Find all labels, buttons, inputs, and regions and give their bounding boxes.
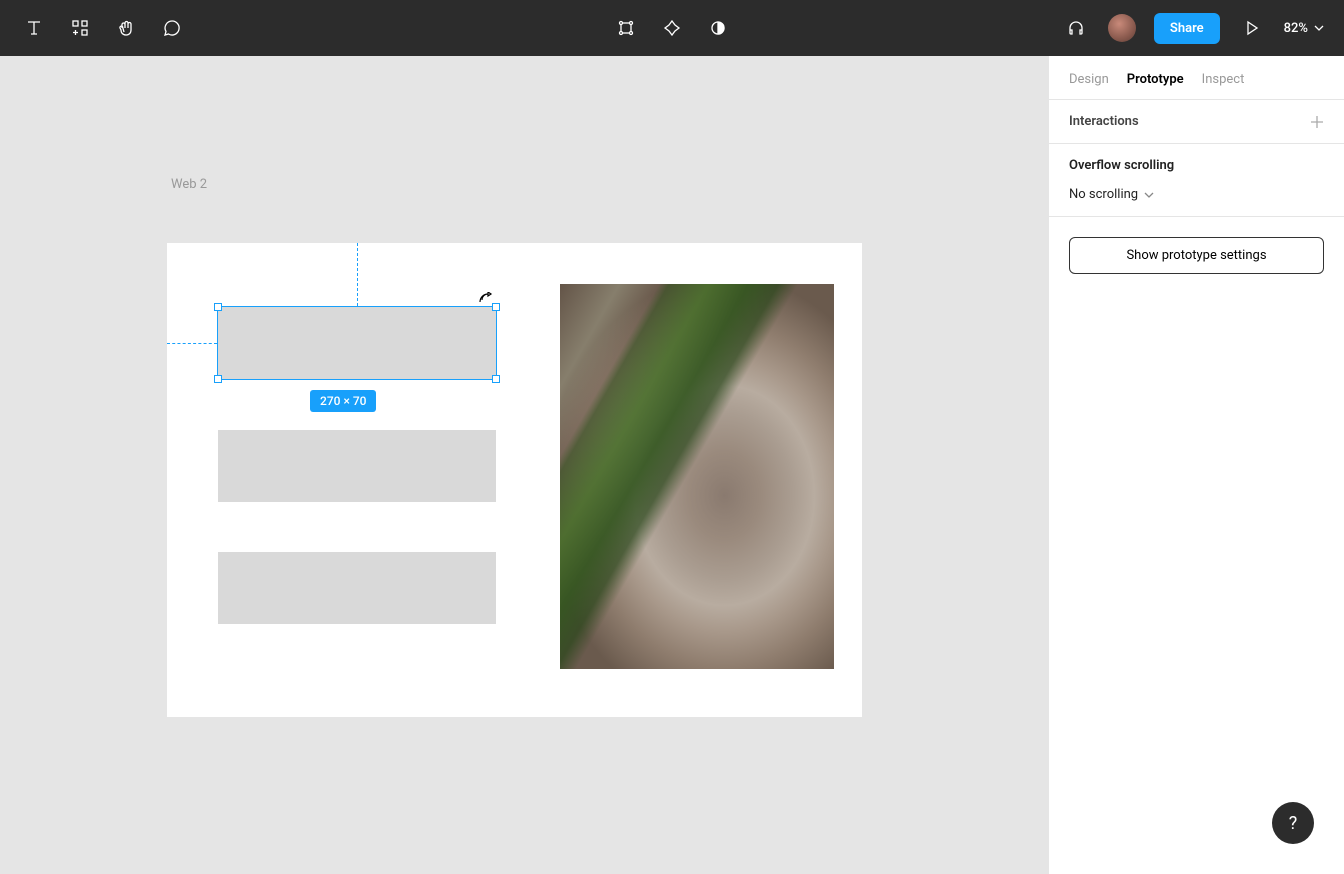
text-icon	[24, 18, 44, 38]
alignment-guide-vertical	[357, 243, 358, 306]
panel-tabs: Design Prototype Inspect	[1049, 56, 1344, 100]
selection-dimensions-badge: 270 × 70	[310, 390, 376, 412]
resize-handle-bottom-left[interactable]	[214, 375, 222, 383]
present-button[interactable]	[1232, 8, 1272, 48]
top-toolbar: Share 82%	[0, 0, 1344, 56]
properties-panel: Design Prototype Inspect Interactions Ov…	[1048, 56, 1344, 874]
zoom-dropdown[interactable]: 82%	[1278, 21, 1330, 36]
interactions-label: Interactions	[1069, 114, 1139, 129]
prototype-settings-wrap: Show prototype settings	[1049, 217, 1344, 294]
toolbar-right: Share 82%	[1056, 8, 1330, 48]
selection-box[interactable]	[217, 306, 497, 380]
contrast-tool-button[interactable]	[698, 8, 738, 48]
hand-tool-button[interactable]	[106, 8, 146, 48]
text-tool-button[interactable]	[14, 8, 54, 48]
headphones-icon	[1066, 18, 1086, 38]
resize-handle-top-left[interactable]	[214, 303, 222, 311]
rotate-cursor-icon	[479, 292, 497, 310]
show-prototype-settings-button[interactable]: Show prototype settings	[1069, 237, 1324, 274]
tab-design[interactable]: Design	[1069, 72, 1109, 87]
overflow-scrolling-label: Overflow scrolling	[1069, 158, 1324, 173]
zoom-value: 82%	[1284, 21, 1308, 36]
effects-tool-button[interactable]	[652, 8, 692, 48]
help-button[interactable]: ?	[1272, 802, 1314, 844]
headphones-button[interactable]	[1056, 8, 1096, 48]
alignment-guide-horizontal	[167, 343, 217, 344]
canvas[interactable]: Web 2 270 × 70	[0, 56, 1048, 874]
play-icon	[1243, 19, 1261, 37]
user-avatar[interactable]	[1108, 14, 1136, 42]
toolbar-left	[14, 8, 192, 48]
frame-web-2[interactable]: 270 × 70	[167, 243, 862, 717]
toolbar-center	[606, 8, 738, 48]
main-area: Web 2 270 × 70 Design Prototype Ins	[0, 56, 1344, 874]
interactions-section: Interactions	[1049, 100, 1344, 144]
components-tool-button[interactable]	[60, 8, 100, 48]
rectangle-2[interactable]	[218, 430, 496, 502]
rectangle-3[interactable]	[218, 552, 496, 624]
overflow-scrolling-dropdown[interactable]: No scrolling	[1069, 187, 1324, 202]
chevron-down-icon	[1144, 192, 1154, 198]
comment-icon	[162, 18, 182, 38]
resize-handle-bottom-right[interactable]	[492, 375, 500, 383]
contrast-icon	[708, 18, 728, 38]
tab-inspect[interactable]: Inspect	[1202, 72, 1245, 87]
effects-icon	[662, 18, 682, 38]
share-button[interactable]: Share	[1154, 13, 1220, 44]
plus-icon[interactable]	[1310, 115, 1324, 129]
frame-name-label[interactable]: Web 2	[171, 177, 207, 192]
overflow-section: Overflow scrolling No scrolling	[1049, 144, 1344, 217]
overflow-value: No scrolling	[1069, 187, 1138, 202]
tab-prototype[interactable]: Prototype	[1127, 72, 1184, 87]
components-icon	[70, 18, 90, 38]
koala-image[interactable]	[560, 284, 834, 669]
hand-icon	[116, 18, 136, 38]
frame-tool-button[interactable]	[606, 8, 646, 48]
chevron-down-icon	[1314, 25, 1324, 31]
comment-tool-button[interactable]	[152, 8, 192, 48]
frame-icon	[616, 18, 636, 38]
